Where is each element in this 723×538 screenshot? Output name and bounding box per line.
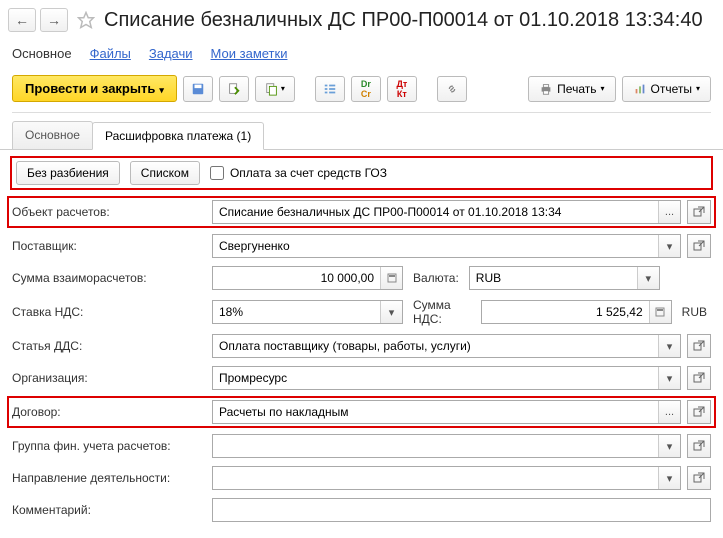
drcr-button[interactable]: DrCr: [351, 76, 381, 102]
sum-input[interactable]: [213, 267, 380, 289]
tab-main[interactable]: Основное: [12, 46, 72, 61]
label-fingroup: Группа фин. учета расчетов:: [12, 439, 212, 453]
tab-tasks[interactable]: Задачи: [149, 46, 193, 61]
label-calc-object: Объект расчетов:: [12, 205, 212, 219]
nav-tabs: Основное Файлы Задачи Мои заметки: [0, 40, 723, 67]
label-contract: Договор:: [12, 405, 212, 419]
dropdown-button[interactable]: ▾: [658, 435, 680, 457]
goz-checkbox-label[interactable]: Оплата за счет средств ГОЗ: [210, 166, 387, 180]
view-toggle-row: Без разбиения Списком Оплата за счет сре…: [12, 158, 711, 188]
link-button[interactable]: [437, 76, 467, 102]
row-sum: Сумма взаиморасчетов: Валюта: ▾: [12, 266, 711, 290]
vat-rate-field[interactable]: ▾: [212, 300, 403, 324]
save-button[interactable]: [183, 76, 213, 102]
dropdown-button[interactable]: ▾: [658, 467, 680, 489]
calc-object-field[interactable]: ...: [212, 200, 681, 224]
create-based-on-button[interactable]: ▾: [255, 76, 295, 102]
goz-checkbox[interactable]: [210, 166, 224, 180]
fingroup-input[interactable]: [213, 435, 658, 457]
supplier-input[interactable]: [213, 235, 658, 257]
dropdown-button[interactable]: ▾: [637, 267, 659, 289]
vat-rate-input[interactable]: [213, 301, 380, 323]
print-button[interactable]: Печать▾: [528, 76, 615, 102]
label-vat-rate: Ставка НДС:: [12, 305, 212, 319]
dropdown-button[interactable]: ▾: [658, 367, 680, 389]
row-activity: Направление деятельности: ▾: [12, 466, 711, 490]
label-activity: Направление деятельности:: [12, 471, 212, 485]
calc-object-input[interactable]: [213, 201, 658, 223]
supplier-field[interactable]: ▾: [212, 234, 681, 258]
reports-button[interactable]: Отчеты▾: [622, 76, 712, 102]
row-dds: Статья ДДС: ▾: [12, 334, 711, 358]
structure-button[interactable]: [315, 76, 345, 102]
row-supplier: Поставщик: ▾: [12, 234, 711, 258]
open-ext-button[interactable]: [687, 334, 711, 358]
row-comment: Комментарий:: [12, 498, 711, 522]
label-dds: Статья ДДС:: [12, 339, 212, 353]
contract-field[interactable]: ...: [212, 400, 681, 424]
label-sum: Сумма взаиморасчетов:: [12, 271, 212, 285]
dropdown-button[interactable]: ▾: [658, 335, 680, 357]
favorite-star-icon[interactable]: [76, 10, 96, 30]
post-and-close-button[interactable]: Провести и закрыть▾: [12, 75, 177, 102]
vat-sum-input[interactable]: [482, 301, 649, 323]
vat-sum-field[interactable]: [481, 300, 672, 324]
currency-field[interactable]: ▾: [469, 266, 660, 290]
calc-button[interactable]: [380, 267, 402, 289]
comment-field[interactable]: [212, 498, 711, 522]
org-input[interactable]: [213, 367, 658, 389]
dds-field[interactable]: ▾: [212, 334, 681, 358]
label-org: Организация:: [12, 371, 212, 385]
currency-suffix: RUB: [678, 305, 711, 319]
comment-input[interactable]: [213, 499, 710, 521]
activity-input[interactable]: [213, 467, 658, 489]
label-currency: Валюта:: [409, 271, 463, 285]
row-vat: Ставка НДС: ▾ Сумма НДС: RUB: [12, 298, 711, 326]
open-ext-button[interactable]: [687, 400, 711, 424]
org-field[interactable]: ▾: [212, 366, 681, 390]
fingroup-field[interactable]: ▾: [212, 434, 681, 458]
row-contract: Договор: ...: [9, 398, 714, 426]
currency-input[interactable]: [470, 267, 637, 289]
goz-label: Оплата за счет средств ГОЗ: [230, 166, 387, 180]
dds-input[interactable]: [213, 335, 658, 357]
subtabs: Основное Расшифровка платежа (1): [0, 115, 723, 150]
contract-input[interactable]: [213, 401, 658, 423]
label-vat-sum: Сумма НДС:: [409, 298, 475, 326]
nav-forward-button[interactable]: →: [40, 8, 68, 32]
calc-button[interactable]: [649, 301, 671, 323]
post-button[interactable]: [219, 76, 249, 102]
subtab-main[interactable]: Основное: [12, 121, 93, 149]
no-split-button[interactable]: Без разбиения: [16, 161, 120, 185]
open-ext-button[interactable]: [687, 366, 711, 390]
list-button[interactable]: Списком: [130, 161, 200, 185]
activity-field[interactable]: ▾: [212, 466, 681, 490]
sum-field[interactable]: [212, 266, 403, 290]
open-ext-button[interactable]: [687, 234, 711, 258]
ellipsis-button[interactable]: ...: [658, 201, 680, 223]
ellipsis-button[interactable]: ...: [658, 401, 680, 423]
tab-notes[interactable]: Мои заметки: [211, 46, 288, 61]
subtab-breakdown[interactable]: Расшифровка платежа (1): [92, 122, 264, 150]
open-ext-button[interactable]: [687, 466, 711, 490]
label-supplier: Поставщик:: [12, 239, 212, 253]
dtdk-button[interactable]: ДтКт: [387, 76, 417, 102]
label-comment: Комментарий:: [12, 503, 212, 517]
toolbar: Провести и закрыть▾ ▾ DrCr ДтКт Печать▾ …: [0, 67, 723, 110]
row-fingroup: Группа фин. учета расчетов: ▾: [12, 434, 711, 458]
row-org: Организация: ▾: [12, 366, 711, 390]
tab-files[interactable]: Файлы: [90, 46, 131, 61]
dropdown-button[interactable]: ▾: [380, 301, 402, 323]
row-calc-object: Объект расчетов: ...: [9, 198, 714, 226]
page-title: Списание безналичных ДС ПР00-П00014 от 0…: [104, 9, 711, 32]
open-ext-button[interactable]: [687, 200, 711, 224]
open-ext-button[interactable]: [687, 434, 711, 458]
nav-back-button[interactable]: ←: [8, 8, 36, 32]
dropdown-button[interactable]: ▾: [658, 235, 680, 257]
